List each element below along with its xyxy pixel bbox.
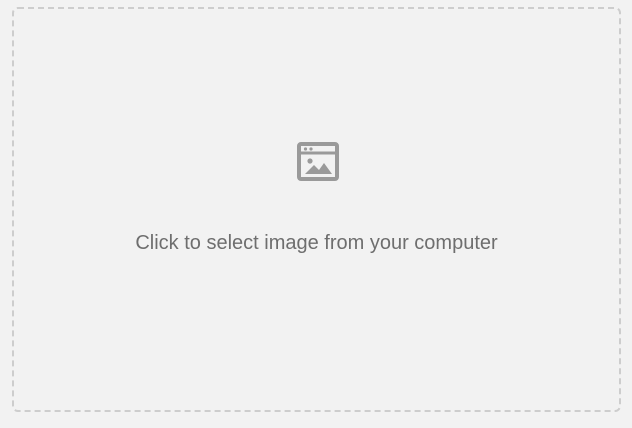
- upload-prompt-text: Click to select image from your computer: [135, 232, 498, 254]
- image-upload-dropzone[interactable]: Click to select image from your computer: [12, 7, 621, 412]
- image-window-icon: [297, 142, 341, 182]
